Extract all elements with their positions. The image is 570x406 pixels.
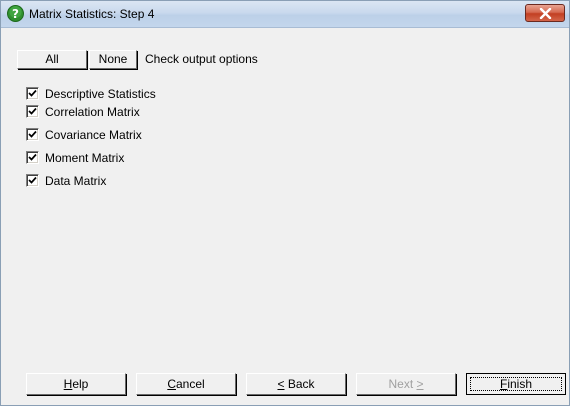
option-label: Moment Matrix <box>45 151 125 165</box>
back-label: Back <box>284 377 315 391</box>
back-button[interactable]: < Back <box>246 373 346 395</box>
help-button[interactable]: Help <box>26 373 126 395</box>
back-accelerator: < <box>277 377 285 391</box>
checkbox[interactable] <box>26 174 39 187</box>
checkbox[interactable] <box>26 105 39 118</box>
checkmark-icon <box>28 153 37 161</box>
none-button[interactable]: None <box>89 50 137 69</box>
next-accelerator: > <box>416 377 424 391</box>
all-button[interactable]: All <box>17 50 87 69</box>
help-label: elp <box>72 377 89 391</box>
close-button[interactable] <box>525 4 565 22</box>
checkmark-icon <box>28 107 37 115</box>
question-help-icon: ? <box>7 5 24 22</box>
cancel-label: ancel <box>175 377 205 391</box>
checkbox[interactable] <box>26 128 39 141</box>
option-label: Data Matrix <box>45 174 107 188</box>
checkbox[interactable] <box>26 151 39 164</box>
finish-label: inish <box>507 377 533 391</box>
svg-text:?: ? <box>12 7 19 21</box>
title-bar[interactable]: ? Matrix Statistics: Step 4 <box>1 1 569 28</box>
checkmark-icon <box>28 176 37 184</box>
cancel-accelerator: C <box>167 377 176 391</box>
option-label: Descriptive Statistics <box>45 87 156 101</box>
next-button: Next > <box>356 373 456 395</box>
option-label: Correlation Matrix <box>45 105 140 119</box>
checkbox[interactable] <box>26 87 39 100</box>
option-label: Covariance Matrix <box>45 128 142 142</box>
checkmark-icon <box>28 89 37 97</box>
matrix-statistics-dialog: ? Matrix Statistics: Step 4 All None Che… <box>0 0 570 406</box>
window-title: Matrix Statistics: Step 4 <box>29 7 155 21</box>
close-icon <box>539 8 552 19</box>
checkmark-icon <box>28 130 37 138</box>
check-output-options-label: Check output options <box>145 52 258 66</box>
finish-button[interactable]: Finish <box>466 373 566 395</box>
cancel-button[interactable]: Cancel <box>136 373 236 395</box>
next-label: Next <box>388 377 417 391</box>
